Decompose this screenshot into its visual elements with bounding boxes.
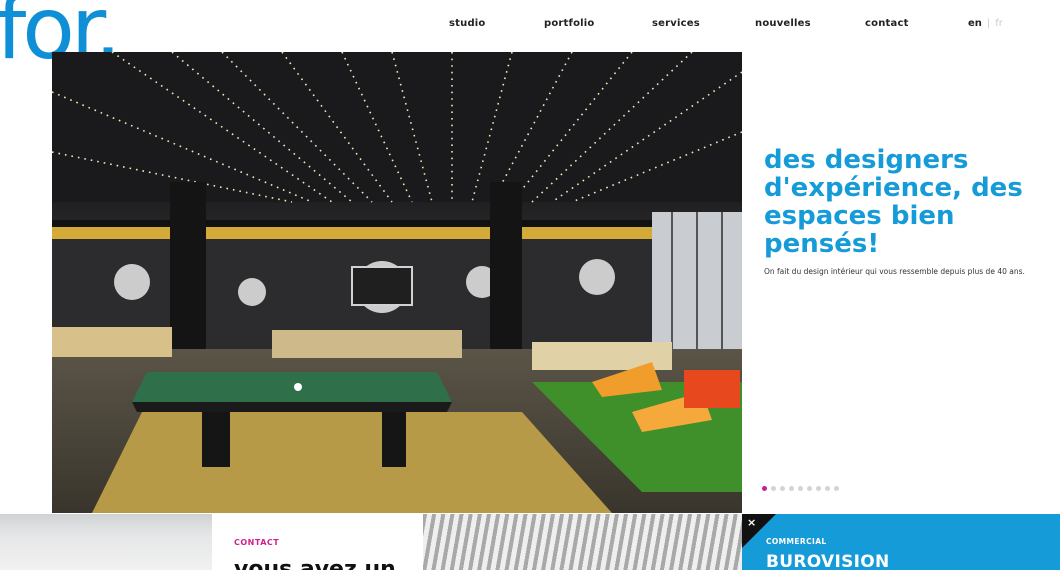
commercial-label: COMMERCIAL — [766, 537, 827, 546]
slider-dot[interactable] — [789, 486, 794, 491]
language-switcher: en | fr — [968, 18, 1003, 29]
lang-separator: | — [986, 18, 991, 29]
nav-item-nouvelles[interactable]: nouvelles — [755, 18, 811, 29]
slider-dot[interactable] — [798, 486, 803, 491]
slider-dot[interactable] — [834, 486, 839, 491]
slider-dot[interactable] — [825, 486, 830, 491]
nav-item-services[interactable]: services — [652, 18, 700, 29]
nav-item-contact[interactable]: contact — [865, 18, 909, 29]
hero-tagline: des designers d'expérience, des espaces … — [764, 145, 1023, 259]
close-icon[interactable]: × — [747, 516, 756, 529]
contact-label: CONTACT — [234, 538, 280, 547]
hero-subline: On fait du design intérieur qui vous res… — [764, 267, 1025, 276]
lang-en[interactable]: en — [968, 18, 982, 29]
slider-dot[interactable] — [762, 486, 767, 491]
slider-dot[interactable] — [816, 486, 821, 491]
hero-image[interactable] — [52, 52, 742, 513]
contact-heading: vous avez un — [234, 557, 396, 570]
tile-commercial[interactable]: × COMMERCIAL BUROVISION — [742, 514, 1060, 570]
bottom-strip: CONTACT vous avez un × COMMERCIAL BUROVI… — [0, 514, 1060, 570]
tile-ceiling-photo[interactable] — [423, 514, 742, 570]
hero-illustration — [52, 52, 742, 513]
slider-dot[interactable] — [780, 486, 785, 491]
nav-item-studio[interactable]: studio — [449, 18, 486, 29]
tile-contact[interactable]: CONTACT vous avez un — [212, 514, 423, 570]
commercial-heading: BUROVISION — [766, 552, 890, 570]
nav-item-portfolio[interactable]: portfolio — [544, 18, 595, 29]
slider-dots — [762, 486, 839, 492]
slider-dot[interactable] — [807, 486, 812, 491]
lang-fr[interactable]: fr — [995, 18, 1003, 29]
slider-dot[interactable] — [771, 486, 776, 491]
main-nav: studio portfolio services nouvelles cont… — [0, 18, 1060, 32]
tile-office-photo[interactable] — [0, 514, 212, 570]
